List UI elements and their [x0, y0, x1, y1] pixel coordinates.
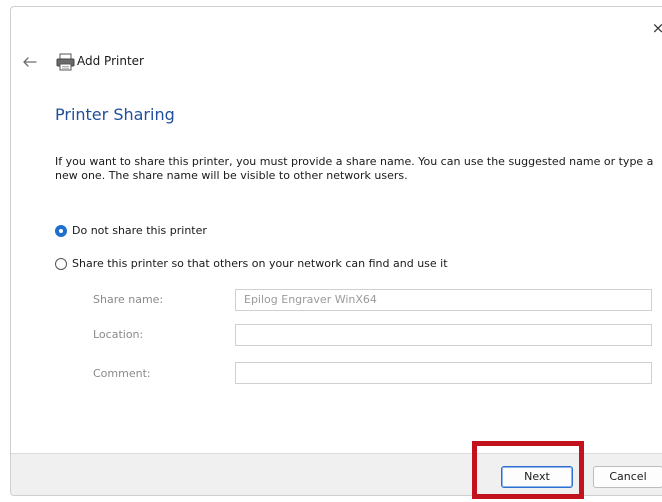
dialog-footer: Next Cancel — [11, 453, 662, 495]
printer-icon — [55, 52, 77, 72]
share-name-label: Share name: — [93, 293, 164, 306]
cancel-button[interactable]: Cancel — [593, 466, 662, 488]
radio-label-share-printer: Share this printer so that others on you… — [72, 257, 448, 270]
radio-share-printer[interactable]: Share this printer so that others on you… — [55, 256, 448, 272]
close-icon[interactable]: × — [647, 17, 662, 39]
comment-label: Comment: — [93, 367, 151, 380]
radio-button-unselected[interactable] — [55, 258, 67, 270]
add-printer-dialog: × Add Printer Printer Sharing If you wan… — [10, 6, 662, 496]
sharing-description: If you want to share this printer, you m… — [55, 155, 654, 182]
share-name-field[interactable]: Epilog Engraver WinX64 — [235, 289, 652, 311]
comment-field[interactable] — [235, 362, 652, 384]
radio-label-do-not-share: Do not share this printer — [72, 224, 207, 237]
radio-button-selected[interactable] — [55, 225, 67, 237]
back-arrow-icon[interactable] — [21, 53, 39, 71]
page-heading: Printer Sharing — [55, 105, 175, 124]
next-button[interactable]: Next — [501, 466, 573, 488]
window-title: Add Printer — [77, 54, 144, 68]
location-field[interactable] — [235, 324, 652, 346]
location-label: Location: — [93, 328, 144, 341]
radio-do-not-share[interactable]: Do not share this printer — [55, 223, 207, 239]
